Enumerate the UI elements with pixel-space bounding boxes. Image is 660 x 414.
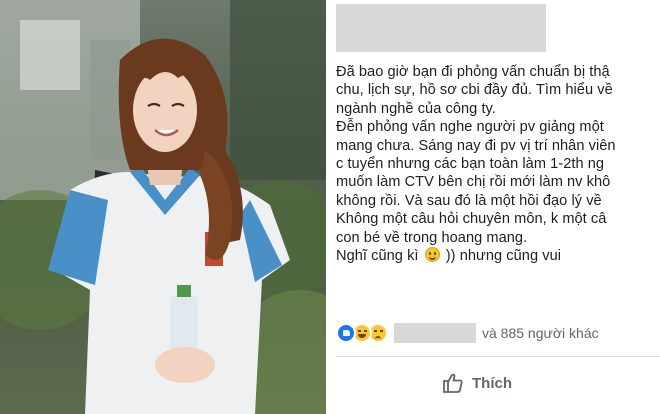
smiling-face-icon [424,247,440,263]
like-button-label: Thích [472,374,512,392]
redacted-author-header [336,4,546,52]
action-divider [336,356,660,357]
post-line-part: Nghĩ cũng kì [336,248,419,265]
post-line: ngành nghề của công ty. [336,100,496,117]
student-photo-illustration [0,0,326,414]
post-line: mang chưa. Sáng nay đi pv vị trí nhân vi… [336,137,616,154]
post-last-line: Nghĩ cũng kì )) nhưng cũng vui [336,247,660,265]
post-line: Đã bao giờ bạn đi phỏng vấn chuẩn bị thậ [336,64,610,80]
post-line: không rồi. Và sau đó là một hồi đạo lý v… [336,192,602,209]
thumbs-up-icon [443,373,463,393]
like-button[interactable]: Thích [442,370,512,396]
post-line: chu, lịch sự, hồ sơ cbi đầy đủ. Tìm hiểu… [336,82,613,99]
post-line-part: )) nhưng cũng vui [445,248,562,265]
post-line: con bé về trong hoang mang. [336,229,528,246]
like-reaction-icon [336,323,356,343]
post-line: Không một câu hỏi chuyên môn, k một câ [336,211,607,228]
student-photo [0,0,326,414]
facebook-post: Đã bao giờ bạn đi phỏng vấn chuẩn bị thậ… [332,0,660,414]
redacted-reactor-names [394,323,476,343]
post-line: c tuyển nhưng các bạn toàn làm 1-2th ng [336,156,605,173]
post-body: Đã bao giờ bạn đi phỏng vấn chuẩn bị thậ… [336,63,660,265]
post-line: Đễn phỏng vấn nghe người pv giảng một [336,119,604,136]
post-line: muốn làm CTV bên chị rồi mới làm nv khô [336,174,611,191]
reactions-bar[interactable]: và 885 người khác [336,322,599,344]
reaction-count[interactable]: và 885 người khác [482,325,599,341]
